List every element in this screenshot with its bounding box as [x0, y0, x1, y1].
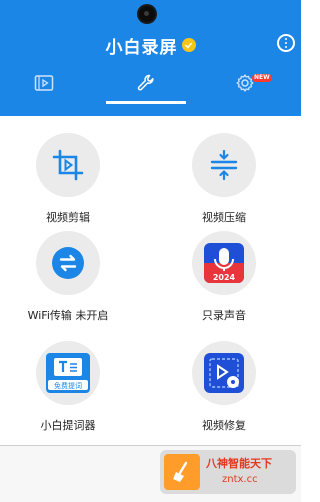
watermark-title: 八神智能天下	[206, 457, 272, 470]
broom-logo-icon	[164, 454, 200, 490]
teleprompter-icon-text: 免费提词	[54, 381, 82, 390]
tool-label: 视频剪辑	[46, 211, 90, 224]
title-bar: 小白录屏	[0, 33, 301, 58]
tab-videos[interactable]	[29, 70, 59, 96]
crop-video-icon	[52, 149, 84, 181]
new-badge: NEW	[252, 74, 272, 82]
tool-label: WiFi传输 未开启	[27, 309, 109, 322]
app-title: 小白录屏	[105, 37, 178, 58]
verified-badge-icon	[181, 38, 196, 52]
tool-label: 视频修复	[202, 419, 246, 432]
tool-wifi-transfer[interactable]: WiFi传输 未开启	[4, 231, 124, 331]
wrench-icon	[137, 74, 154, 91]
tool-label: 只录声音	[202, 309, 246, 322]
tab-tools[interactable]	[131, 70, 161, 96]
tool-video-repair[interactable]: 视频修复	[160, 341, 280, 441]
tool-label: 视频压缩	[202, 211, 246, 224]
video-repair-icon	[204, 353, 244, 393]
app-header: 小白录屏 NEW	[0, 0, 301, 116]
transfer-icon	[52, 247, 84, 279]
more-options-icon[interactable]	[277, 34, 295, 52]
site-watermark: 八神智能天下 zntx.cc	[160, 450, 296, 494]
tool-video-edit[interactable]: 视频剪辑	[4, 133, 124, 233]
teleprompter-icon: 免费提词	[46, 353, 90, 393]
microphone-icon: 2024	[204, 243, 244, 283]
tool-audio-only[interactable]: 2024 只录声音	[160, 231, 280, 331]
tool-video-compress[interactable]: 视频压缩	[160, 133, 280, 233]
compress-icon	[210, 149, 238, 181]
tool-teleprompter[interactable]: 免费提词 小白提词器	[4, 341, 124, 441]
watermark-url: zntx.cc	[222, 474, 258, 485]
mic-icon-year: 2024	[213, 273, 236, 282]
video-file-icon	[34, 75, 54, 91]
camera-cutout	[139, 6, 155, 22]
active-tab-indicator	[106, 101, 186, 104]
tool-label: 小白提词器	[40, 419, 96, 432]
